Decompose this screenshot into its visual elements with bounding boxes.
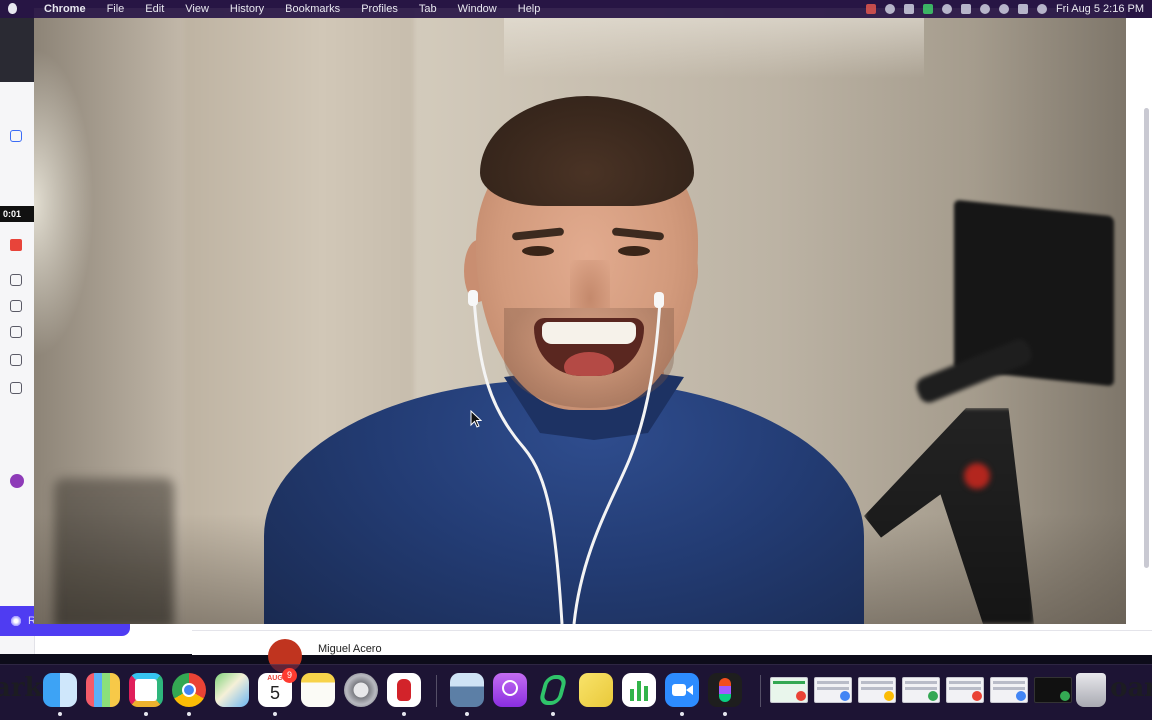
podcasts-icon[interactable] (493, 673, 527, 707)
camera-video[interactable] (34, 8, 1126, 624)
apple-icon[interactable] (8, 3, 17, 14)
menu-file[interactable]: File (107, 3, 125, 15)
hand-app-icon[interactable] (387, 673, 421, 707)
sync-icon[interactable] (884, 4, 895, 14)
menu-view[interactable]: View (185, 3, 209, 15)
wifi-icon[interactable] (979, 4, 990, 14)
stickies-icon[interactable] (579, 673, 613, 707)
calendar-badge: 9 (282, 668, 297, 683)
stop-recording-icon[interactable] (10, 239, 22, 251)
menu-history[interactable]: History (230, 3, 264, 15)
sidebar-avatar[interactable] (10, 474, 24, 488)
slack-icon[interactable] (129, 673, 163, 707)
minimized-window-doc[interactable] (814, 677, 852, 703)
menu-window[interactable]: Window (458, 3, 497, 15)
battery-icon[interactable] (960, 4, 971, 14)
finder-icon[interactable] (43, 673, 77, 707)
launchpad-icon[interactable] (86, 673, 120, 707)
scrollbar[interactable] (1140, 108, 1152, 628)
search-icon[interactable] (10, 354, 22, 366)
running-indicator (144, 712, 148, 716)
desktop: Chrome File Edit View History Bookmarks … (0, 0, 1152, 720)
extension-icon[interactable] (903, 4, 914, 14)
spring-app-icon[interactable] (536, 673, 570, 707)
system-settings-icon[interactable] (344, 673, 378, 707)
menu-clock[interactable]: Fri Aug 5 2:16 PM (1056, 3, 1144, 15)
zoom-icon[interactable] (665, 673, 699, 707)
running-indicator (551, 712, 555, 716)
status-area: Fri Aug 5 2:16 PM (865, 0, 1144, 18)
menu-help[interactable]: Help (518, 3, 541, 15)
earphone-cable (468, 290, 664, 624)
numbers-icon[interactable] (622, 673, 656, 707)
notes-icon[interactable] (301, 673, 335, 707)
dock-separator (436, 675, 437, 707)
maps-icon[interactable] (215, 673, 249, 707)
app-sidebar: 0:01 Record a video (0, 18, 130, 654)
menu-bookmarks[interactable]: Bookmarks (285, 3, 340, 15)
calendar-day: 5 (269, 683, 280, 703)
calendar-icon[interactable]: AUG 5 9 (258, 668, 297, 707)
menu-profiles[interactable]: Profiles (361, 3, 398, 15)
recording-timer: 0:01 (0, 206, 34, 222)
video-list-row[interactable]: Miguel Acero (192, 630, 1152, 673)
gear-icon[interactable] (10, 382, 22, 394)
home-icon[interactable] (10, 274, 22, 286)
minimized-window-sheets[interactable] (770, 677, 808, 703)
user-name: Miguel Acero (318, 643, 382, 655)
running-indicator (58, 712, 62, 716)
minimized-window-video[interactable] (1034, 677, 1072, 703)
recording-status-icon[interactable] (865, 4, 876, 14)
dock-separator (760, 675, 761, 707)
menu-app-name[interactable]: Chrome (44, 3, 86, 15)
tab-strip (0, 18, 34, 82)
spring-status-icon[interactable] (922, 4, 933, 14)
bell-icon[interactable] (10, 326, 22, 338)
running-indicator (723, 712, 727, 716)
menu-bar: Chrome File Edit View History Bookmarks … (0, 0, 1152, 18)
chrome-icon[interactable] (172, 673, 206, 707)
trash-icon[interactable] (1076, 673, 1106, 707)
menu-tab[interactable]: Tab (419, 3, 437, 15)
menu-edit[interactable]: Edit (145, 3, 164, 15)
running-indicator (680, 712, 684, 716)
minimized-window-browser-2[interactable] (902, 677, 940, 703)
scrollbar-thumb[interactable] (1144, 108, 1149, 568)
running-indicator (187, 712, 191, 716)
logo-icon[interactable] (10, 130, 22, 142)
sparkle-icon (10, 615, 22, 627)
minimized-window-browser-4[interactable] (990, 677, 1028, 703)
control-center-icon[interactable] (1017, 4, 1028, 14)
wallpaper-text-left: ark (0, 673, 43, 703)
timer-icon[interactable] (941, 4, 952, 14)
running-indicator (465, 712, 469, 716)
minimized-window-browser-3[interactable] (946, 677, 984, 703)
wallpaper-text-right: oar (1110, 673, 1152, 703)
figma-icon[interactable] (708, 673, 742, 707)
running-indicator (273, 712, 277, 716)
library-icon[interactable] (10, 300, 22, 312)
search-icon[interactable] (998, 4, 1009, 14)
mouse-pointer-icon (470, 410, 482, 428)
preview-icon[interactable] (450, 673, 484, 707)
running-indicator (402, 712, 406, 716)
dock: ark oar AUG 5 9 (0, 664, 1152, 720)
minimized-window-browser-1[interactable] (858, 677, 896, 703)
siri-icon[interactable] (1036, 4, 1047, 14)
